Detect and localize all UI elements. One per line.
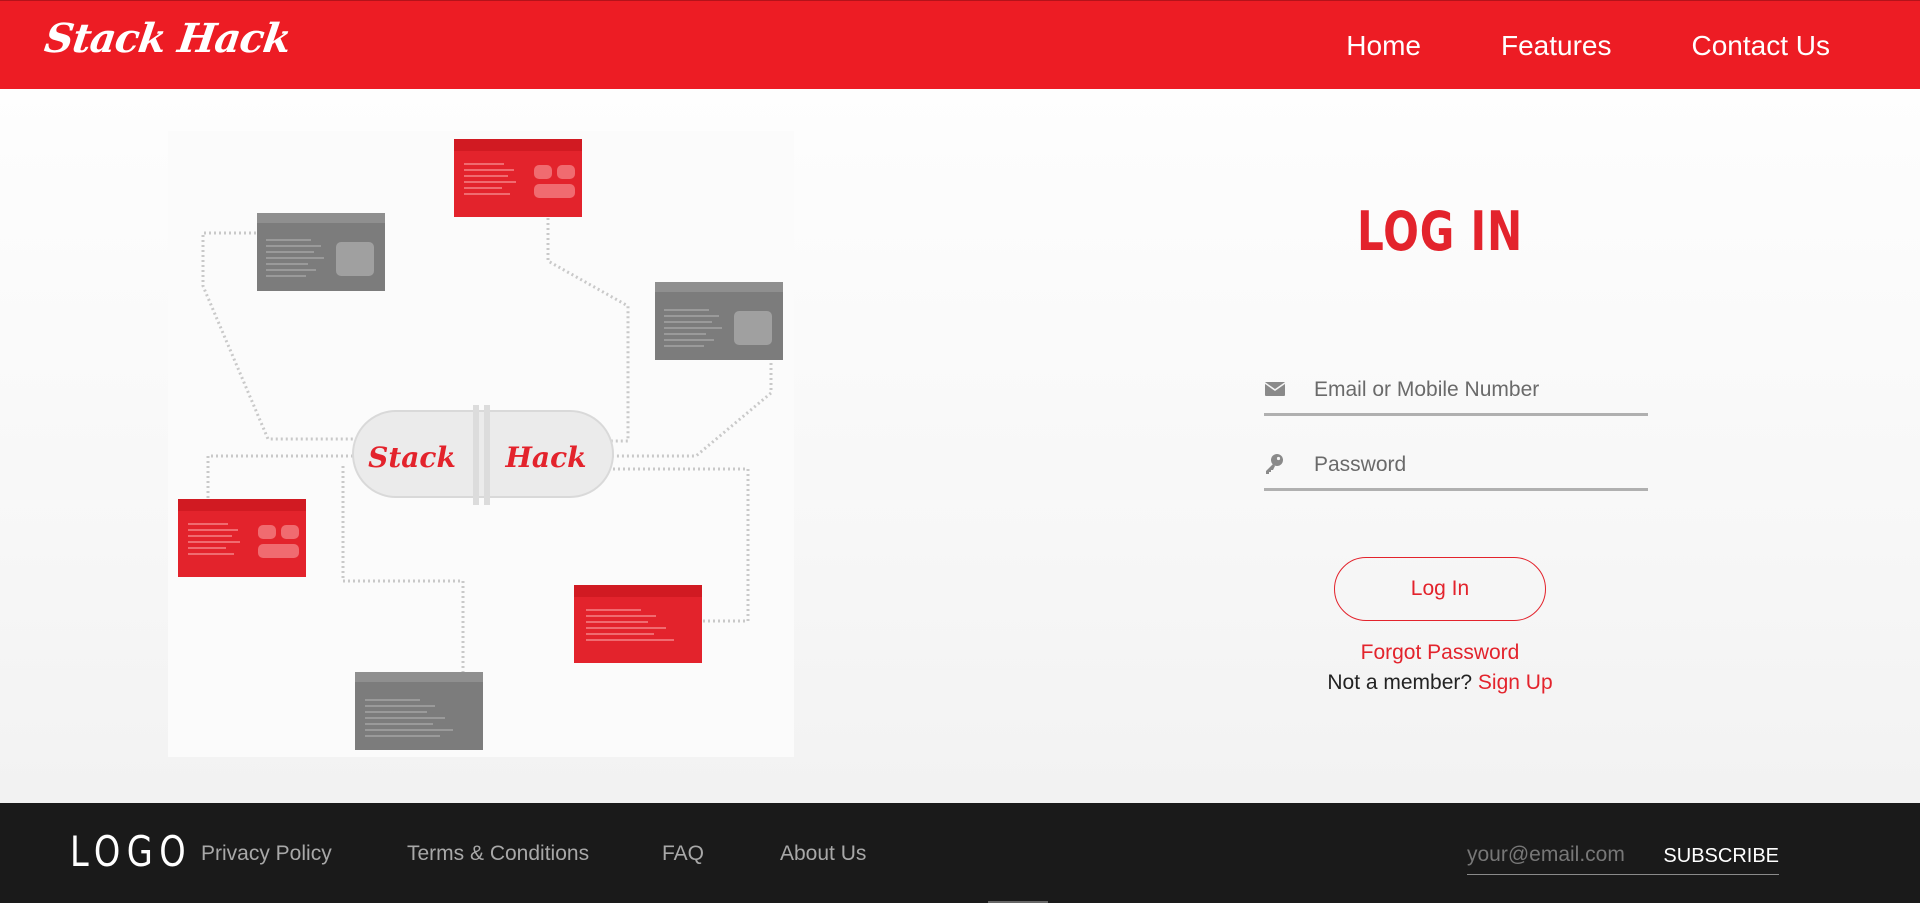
brand-logo[interactable]: Stack Hack bbox=[42, 15, 294, 62]
top-nav-bar: Stack Hack Home Features Contact Us bbox=[0, 0, 1920, 89]
card-red-1 bbox=[454, 139, 582, 217]
newsletter-email-input[interactable] bbox=[1467, 839, 1647, 871]
subscribe-button[interactable]: SUBSCRIBE bbox=[1663, 841, 1779, 871]
key-icon bbox=[1266, 454, 1283, 474]
forgot-password-link[interactable]: Forgot Password bbox=[1240, 641, 1640, 665]
newsletter-form: SUBSCRIBE bbox=[1467, 835, 1779, 875]
password-field bbox=[1264, 443, 1648, 491]
envelope-icon bbox=[1264, 382, 1286, 396]
signup-link[interactable]: Sign Up bbox=[1478, 671, 1553, 694]
nav-contact-us[interactable]: Contact Us bbox=[1692, 30, 1831, 62]
card-gray-1 bbox=[257, 213, 385, 291]
email-field bbox=[1264, 368, 1648, 416]
hub-connector: Stack Hack bbox=[352, 405, 614, 505]
footer-privacy-policy[interactable]: Privacy Policy bbox=[201, 842, 332, 866]
card-gray-2 bbox=[655, 282, 783, 360]
card-gray-3 bbox=[355, 672, 483, 750]
network-illustration: Stack Hack bbox=[168, 131, 794, 757]
login-button[interactable]: Log In bbox=[1334, 557, 1546, 621]
login-title: LOG IN bbox=[1357, 200, 1523, 263]
nav-features[interactable]: Features bbox=[1501, 30, 1612, 62]
hub-label-left: Stack bbox=[368, 441, 456, 474]
password-input[interactable] bbox=[1314, 447, 1644, 483]
member-text: Not a member? bbox=[1327, 671, 1473, 694]
email-input[interactable] bbox=[1314, 372, 1644, 408]
footer-logo[interactable]: LOGO bbox=[70, 827, 192, 876]
card-red-2 bbox=[178, 499, 306, 577]
footer: LOGO Privacy Policy Terms & Conditions F… bbox=[0, 803, 1920, 903]
footer-about-us[interactable]: About Us bbox=[780, 842, 866, 866]
footer-terms-conditions[interactable]: Terms & Conditions bbox=[407, 842, 589, 866]
signup-prompt: Not a member? Sign Up bbox=[1240, 671, 1640, 695]
hub-label-right: Hack bbox=[504, 441, 586, 474]
card-red-3 bbox=[574, 585, 702, 663]
main-nav: Home Features Contact Us bbox=[1266, 1, 1830, 90]
nav-home[interactable]: Home bbox=[1346, 30, 1421, 62]
footer-faq[interactable]: FAQ bbox=[662, 842, 704, 866]
network-diagram: Stack Hack bbox=[178, 139, 783, 750]
